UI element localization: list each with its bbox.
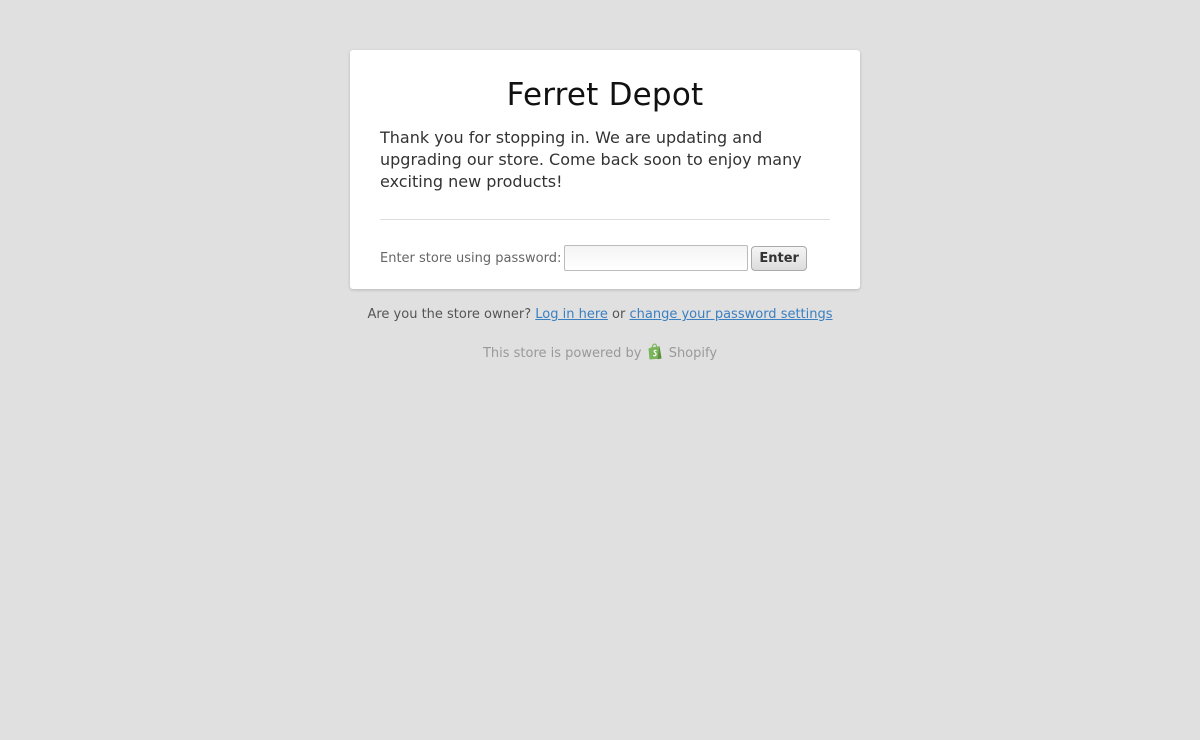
powered-by-text: This store is powered by (482, 346, 642, 361)
change-password-settings-link[interactable]: change your password settings (630, 307, 833, 322)
enter-button[interactable]: Enter (751, 245, 807, 271)
store-message: Thank you for stopping in. We are updati… (380, 128, 802, 191)
store-title: Ferret Depot (506, 77, 704, 113)
password-form: Enter store using password: Enter (380, 245, 830, 271)
powered-by-footer: This store is powered by Shopify (0, 343, 1200, 363)
password-input[interactable] (564, 245, 749, 271)
owner-separator: or (612, 307, 626, 322)
login-link[interactable]: Log in here (535, 307, 608, 322)
password-label: Enter store using password: (380, 250, 562, 266)
password-page: Ferret Depot Thank you for stopping in. … (0, 0, 1200, 740)
shopify-bag-icon (648, 343, 662, 360)
shopify-brand-text: Shopify (668, 346, 718, 361)
password-card: Ferret Depot Thank you for stopping in. … (350, 50, 860, 289)
owner-prompt: Are you the store owner? (367, 307, 532, 322)
store-owner-line: Are you the store owner? Log in here or … (0, 306, 1200, 324)
divider (380, 219, 830, 220)
